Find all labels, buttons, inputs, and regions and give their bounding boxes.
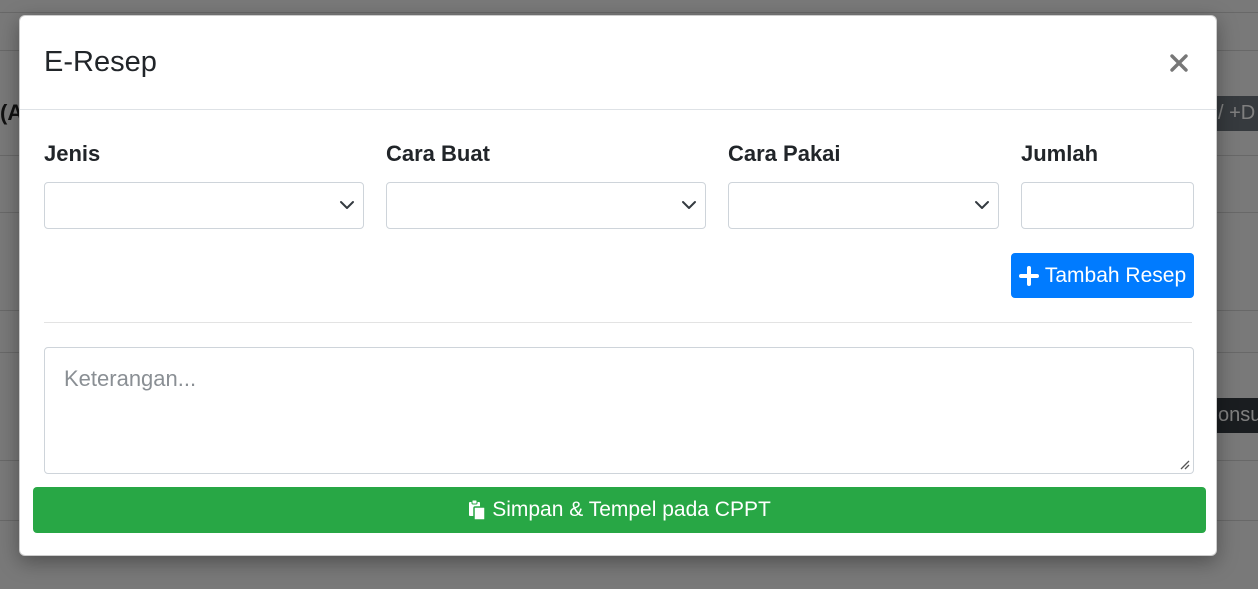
cara-buat-label: Cara Buat	[386, 141, 490, 166]
simpan-tempel-button[interactable]: Simpan & Tempel pada CPPT	[33, 487, 1206, 533]
form-divider	[44, 322, 1192, 323]
e-resep-modal: E-Resep Jenis Cara Buat Cara Pakai Jumla…	[19, 15, 1217, 556]
simpan-tempel-label: Simpan & Tempel pada CPPT	[492, 498, 771, 521]
close-button[interactable]	[1166, 46, 1192, 76]
plus-icon	[1018, 265, 1039, 286]
resize-grip-icon[interactable]	[1178, 458, 1190, 470]
cara-buat-select[interactable]	[386, 182, 706, 229]
chevron-down-icon	[975, 201, 989, 209]
jenis-label: Jenis	[44, 141, 101, 166]
tambah-resep-label: Tambah Resep	[1044, 263, 1187, 287]
modal-header: E-Resep	[20, 16, 1216, 110]
cara-pakai-select[interactable]	[728, 182, 999, 229]
keterangan-placeholder: Keterangan...	[64, 366, 197, 391]
close-icon	[1170, 54, 1188, 72]
chevron-down-icon	[682, 201, 696, 209]
cara-pakai-label: Cara Pakai	[728, 141, 841, 166]
modal-title: E-Resep	[44, 46, 157, 78]
jumlah-input[interactable]	[1021, 182, 1194, 229]
keterangan-textarea[interactable]: Keterangan...	[44, 347, 1194, 474]
chevron-down-icon	[340, 201, 354, 209]
paste-icon	[469, 499, 486, 521]
tambah-resep-button[interactable]: Tambah Resep	[1011, 253, 1194, 298]
jenis-select[interactable]	[44, 182, 364, 229]
jumlah-label: Jumlah	[1021, 141, 1099, 166]
